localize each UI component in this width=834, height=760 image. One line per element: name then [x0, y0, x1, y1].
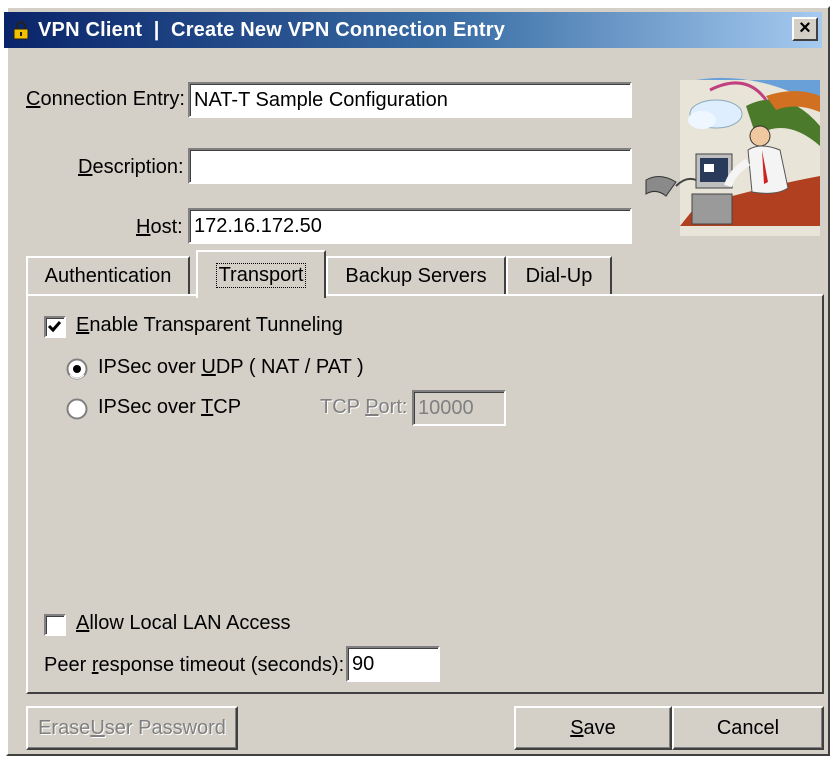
host-label: Host:	[136, 216, 183, 238]
close-icon: ×	[799, 17, 811, 39]
erase-user-password-button[interactable]: Erase User Password	[26, 706, 238, 750]
tab-authentication[interactable]: Authentication	[26, 256, 190, 294]
host-input[interactable]	[188, 208, 632, 244]
enable-tunneling-checkbox[interactable]	[44, 316, 66, 338]
description-input[interactable]	[188, 148, 632, 184]
ipsec-tcp-label[interactable]: IPSec over TCP	[98, 396, 241, 419]
ipsec-tcp-radio[interactable]	[66, 398, 88, 420]
save-button[interactable]: Save	[514, 706, 672, 750]
window-title: VPN Client | Create New VPN Connection E…	[38, 18, 506, 41]
description-label: Description:	[78, 156, 184, 178]
connection-entry-input[interactable]	[188, 82, 632, 118]
ipsec-udp-label[interactable]: IPSec over UDP ( NAT / PAT )	[98, 356, 364, 379]
tcp-port-label: TCP Port:	[320, 396, 408, 418]
tab-dial-up[interactable]: Dial-Up	[506, 256, 612, 294]
tab-transport[interactable]: Transport	[196, 250, 326, 298]
connection-entry-label: Connection Entry:	[26, 88, 185, 110]
vpn-user-illustration	[645, 77, 820, 236]
close-button[interactable]: ×	[792, 17, 818, 41]
radio-dot-icon	[73, 365, 81, 373]
ipsec-udp-radio[interactable]	[66, 358, 88, 380]
title-bar[interactable]: VPN Client | Create New VPN Connection E…	[4, 12, 822, 48]
tcp-port-input[interactable]	[412, 390, 506, 426]
peer-timeout-label: Peer response timeout (seconds):	[44, 654, 345, 676]
checkmark-icon	[47, 321, 62, 333]
cancel-button[interactable]: Cancel	[672, 706, 824, 750]
tab-backup-servers[interactable]: Backup Servers	[326, 256, 506, 294]
peer-timeout-input[interactable]	[346, 646, 440, 682]
allow-local-lan-label[interactable]: Allow Local LAN Access	[76, 612, 291, 635]
allow-local-lan-checkbox[interactable]	[44, 614, 66, 636]
padlock-icon	[13, 21, 29, 40]
enable-tunneling-label[interactable]: Enable Transparent Tunneling	[76, 314, 343, 337]
